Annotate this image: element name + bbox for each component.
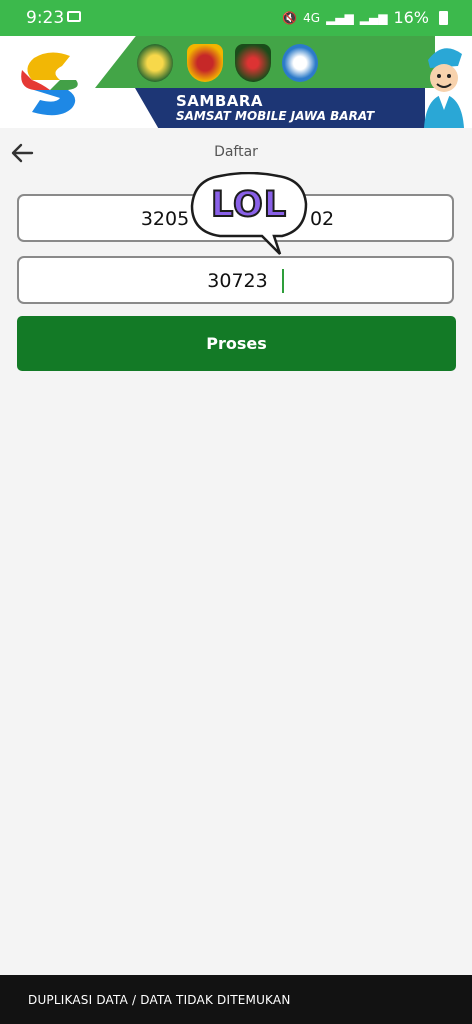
- brand-subtitle: SAMSAT MOBILE JAWA BARAT: [176, 109, 375, 123]
- status-time: 9:23: [26, 8, 65, 28]
- signal-icon: ▂▄▆: [326, 10, 354, 25]
- battery-percent: 16%: [393, 8, 429, 27]
- top-app-bar: Daftar: [0, 128, 472, 178]
- jabar-emblem-icon: [137, 44, 173, 82]
- mute-icon: 🔇: [282, 10, 298, 25]
- app-banner: SAMBARA SAMSAT MOBILE JAWA BARAT: [0, 36, 472, 128]
- signal-icon-2: ▂▄▆: [359, 10, 388, 25]
- network-type: 4G: [303, 10, 321, 25]
- proses-button[interactable]: Proses: [17, 316, 456, 371]
- snackbar: DUPLIKASI DATA / DATA TIDAK DITEMUKAN: [0, 975, 472, 1024]
- status-indicators: 🔇 4G ▂▄▆ ▂▄▆ 16%: [282, 8, 448, 27]
- brand-title: SAMBARA: [176, 92, 264, 110]
- text-cursor: [282, 269, 284, 293]
- second-input[interactable]: [19, 258, 456, 304]
- sticker-text: LOL: [210, 184, 288, 226]
- snackbar-message: DUPLIKASI DATA / DATA TIDAK DITEMUKAN: [28, 993, 291, 1007]
- jasa-raharja-emblem-icon: [282, 44, 318, 82]
- status-bar: 9:23 🔇 4G ▂▄▆ ▂▄▆ 16%: [0, 0, 472, 36]
- second-field[interactable]: [17, 256, 456, 304]
- metro-jaya-emblem-icon: [235, 44, 271, 82]
- battery-icon: [439, 10, 448, 25]
- page-title: Daftar: [214, 144, 258, 160]
- police-jabar-emblem-icon: [187, 44, 223, 82]
- image-notification-icon: [67, 11, 81, 22]
- sambara-logo-icon: [21, 52, 78, 116]
- mascot-icon: [424, 48, 464, 128]
